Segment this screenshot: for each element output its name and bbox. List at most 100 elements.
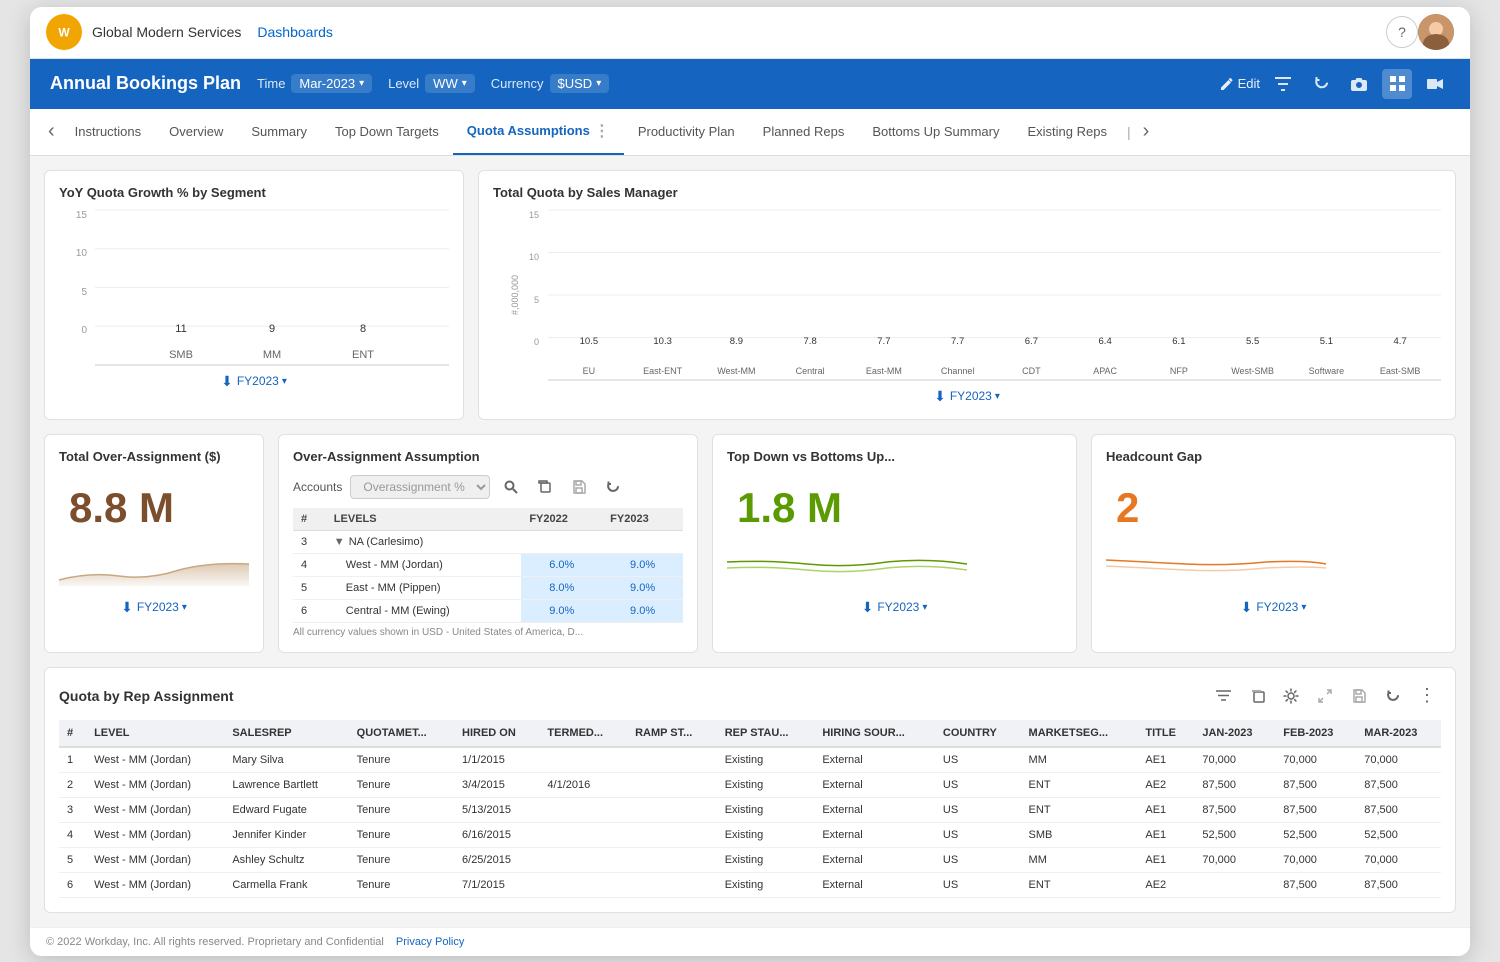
oa-copy-icon[interactable] (532, 474, 558, 500)
workday-logo: W (46, 14, 82, 50)
oa-search-icon[interactable] (498, 474, 524, 500)
charts-row-2: Total Over-Assignment ($) 8.8 M (44, 434, 1456, 653)
tab-prev-button[interactable]: ‹ (42, 112, 61, 151)
card1-legend-text[interactable]: FY2023 ▾ (137, 600, 187, 614)
chart1-legend: ⬇ FY2023 ▾ (59, 373, 449, 390)
card4-legend-text[interactable]: FY2023 ▾ (1256, 600, 1306, 614)
table-card-title: Quota by Rep Assignment (59, 688, 234, 704)
chart1-legend-text[interactable]: FY2023 ▾ (237, 374, 287, 388)
col-country: COUNTRY (935, 720, 1021, 747)
tab-productivity[interactable]: Productivity Plan (624, 112, 749, 151)
oa-table: # LEVELS FY2022 FY2023 3 ▼NA (Carlesimo) (293, 508, 683, 623)
filter-icon[interactable] (1268, 69, 1298, 99)
tab-menu-icon[interactable]: ⋮ (594, 121, 610, 141)
card3-legend-text[interactable]: FY2023 ▾ (877, 600, 927, 614)
col-marketseg: MARKETSEG... (1021, 720, 1138, 747)
col-title: TITLE (1137, 720, 1194, 747)
tab-existing-reps[interactable]: Existing Reps (1013, 112, 1120, 151)
tab-planned-reps[interactable]: Planned Reps (749, 112, 859, 151)
oa-col-num: # (293, 508, 326, 531)
table-expand-icon[interactable] (1311, 682, 1339, 710)
table-refresh-icon[interactable] (1379, 682, 1407, 710)
oa-overassignment-select[interactable]: Overassignment % (350, 475, 490, 499)
table-row: 1West - MM (Jordan)Mary SilvaTenure1/1/2… (59, 747, 1441, 773)
table-copy-icon[interactable] (1243, 682, 1271, 710)
oa-footer: All currency values shown in USD - Unite… (293, 627, 683, 638)
table-more-icon[interactable]: ⋮ (1413, 682, 1441, 710)
header-title: Annual Bookings Plan (50, 73, 241, 94)
edit-button[interactable]: Edit (1220, 76, 1260, 91)
level-filter: Level WW ▾ (388, 74, 475, 93)
table-row: 2West - MM (Jordan)Lawrence BartlettTenu… (59, 772, 1441, 797)
yoy-quota-chart-card: YoY Quota Growth % by Segment 15 10 5 0 (44, 170, 464, 420)
oa-row-5: 5 East - MM (Pippen) 8.0% 9.0% (293, 576, 683, 599)
currency-value[interactable]: $USD ▾ (550, 74, 610, 93)
grid-icon[interactable] (1382, 69, 1412, 99)
user-avatar[interactable] (1418, 14, 1454, 50)
headcount-card: Headcount Gap 2 ⬇ FY2023 ▾ (1091, 434, 1456, 653)
table-save-icon[interactable] (1345, 682, 1373, 710)
topdown-title: Top Down vs Bottoms Up... (727, 449, 1062, 464)
table-settings-icon[interactable] (1277, 682, 1305, 710)
oa-refresh-icon[interactable] (600, 474, 626, 500)
table-filter-icon[interactable] (1209, 682, 1237, 710)
col-repstau: REP STAU... (717, 720, 815, 747)
chart2-legend: ⬇ FY2023 ▾ (493, 388, 1441, 405)
oa-col-fy2022: FY2022 (521, 508, 602, 531)
total-overassignment-card: Total Over-Assignment ($) 8.8 M (44, 434, 264, 653)
svg-text:W: W (58, 26, 70, 40)
tab-quota-assumptions[interactable]: Quota Assumptions ⋮ (453, 109, 624, 155)
video-icon[interactable] (1420, 69, 1450, 99)
topdown-value: 1.8 M (737, 484, 1062, 532)
app-footer: © 2022 Workday, Inc. All rights reserved… (30, 927, 1470, 956)
footer-copyright: © 2022 Workday, Inc. All rights reserved… (46, 936, 384, 948)
oa-row-4: 4 West - MM (Jordan) 6.0% 9.0% (293, 553, 683, 576)
tab-instructions[interactable]: Instructions (61, 112, 155, 151)
tab-overview[interactable]: Overview (155, 112, 237, 151)
oa-col-fy2023: FY2023 (602, 508, 683, 531)
help-icon[interactable]: ? (1386, 16, 1418, 48)
oa-save-icon[interactable] (566, 474, 592, 500)
time-value[interactable]: Mar-2023 ▾ (291, 74, 372, 93)
time-filter: Time Mar-2023 ▾ (257, 74, 372, 93)
tab-topdown[interactable]: Top Down Targets (321, 112, 453, 151)
header-actions: Edit (1220, 69, 1450, 99)
table-row: 3West - MM (Jordan)Edward FugateTenure5/… (59, 797, 1441, 822)
overassignment-value: 8.8 M (69, 484, 249, 532)
yoy-quota-chart-title: YoY Quota Growth % by Segment (59, 185, 449, 200)
rep-assignment-table: # LEVEL SALESREP QUOTAMET... HIRED ON TE… (59, 720, 1441, 898)
col-quotamet: QUOTAMET... (349, 720, 454, 747)
currency-chevron-icon: ▾ (596, 78, 601, 89)
charts-row-1: YoY Quota Growth % by Segment 15 10 5 0 (44, 170, 1456, 420)
col-rampst: RAMP ST... (627, 720, 717, 747)
bottom-table-card: Quota by Rep Assignment (44, 667, 1456, 913)
header-bar: Annual Bookings Plan Time Mar-2023 ▾ Lev… (30, 59, 1470, 109)
col-num: # (59, 720, 86, 747)
card1-legend: ⬇ FY2023 ▾ (59, 599, 249, 616)
tab-next-button[interactable]: › (1137, 112, 1156, 151)
tab-bottoms-up[interactable]: Bottoms Up Summary (858, 112, 1013, 151)
col-termed: TERMED... (539, 720, 627, 747)
col-level: LEVEL (86, 720, 224, 747)
total-quota-chart-title: Total Quota by Sales Manager (493, 185, 1441, 200)
tabs-bar: ‹ Instructions Overview Summary Top Down… (30, 109, 1470, 156)
level-chevron-icon: ▾ (462, 78, 467, 89)
privacy-policy-link[interactable]: Privacy Policy (396, 936, 464, 948)
oa-row-6: 6 Central - MM (Ewing) 9.0% 9.0% (293, 599, 683, 622)
camera-icon[interactable] (1344, 69, 1374, 99)
chart2-legend-text[interactable]: FY2023 ▾ (950, 389, 1000, 403)
time-chevron-icon: ▾ (359, 78, 364, 89)
table-card-header: Quota by Rep Assignment (59, 682, 1441, 710)
level-value[interactable]: WW ▾ (425, 74, 475, 93)
dashboards-link[interactable]: Dashboards (257, 24, 333, 40)
level-label: Level (388, 76, 419, 91)
refresh-icon[interactable] (1306, 69, 1336, 99)
company-name: Global Modern Services (92, 24, 241, 40)
table-row: 5West - MM (Jordan)Ashley SchultzTenure6… (59, 847, 1441, 872)
tab-summary[interactable]: Summary (237, 112, 321, 151)
table-row: 6West - MM (Jordan)Carmella FrankTenure7… (59, 872, 1441, 897)
table-row: 4West - MM (Jordan)Jennifer KinderTenure… (59, 822, 1441, 847)
card3-legend: ⬇ FY2023 ▾ (727, 599, 1062, 616)
currency-label: Currency (491, 76, 544, 91)
total-quota-chart-card: Total Quota by Sales Manager 15 10 5 0 #… (478, 170, 1456, 420)
